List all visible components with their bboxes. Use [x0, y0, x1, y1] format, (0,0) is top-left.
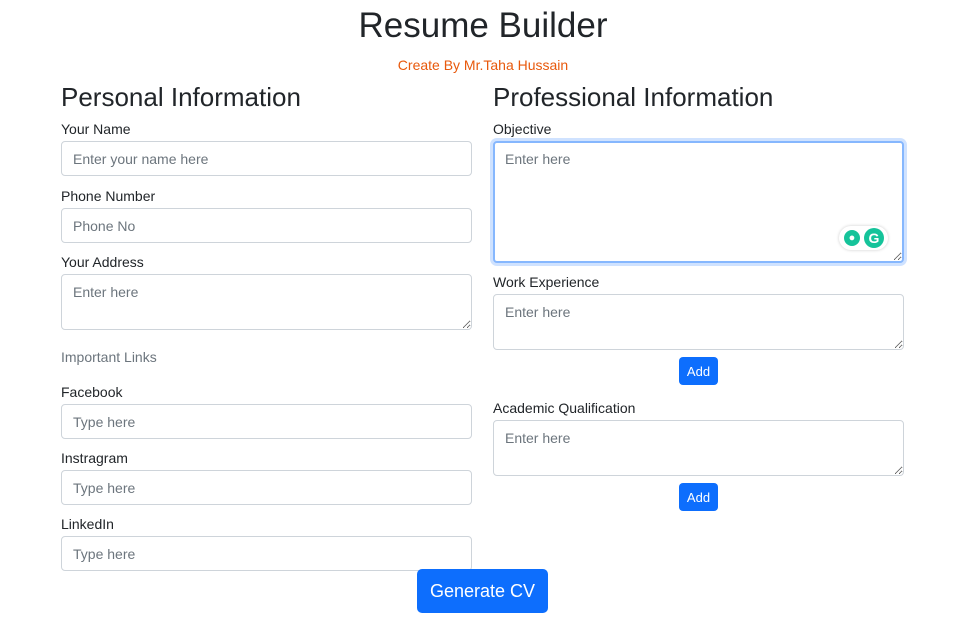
academic-qualification-label: Academic Qualification [493, 400, 636, 416]
grammarly-icon[interactable]: G [864, 228, 884, 248]
academic-qualification-textarea[interactable] [493, 420, 904, 476]
name-label: Your Name [61, 121, 131, 137]
address-label: Your Address [61, 254, 144, 270]
work-experience-textarea[interactable] [493, 294, 904, 350]
linkedin-input[interactable] [61, 536, 472, 571]
lightbulb-icon[interactable]: ● [844, 230, 860, 246]
phone-input[interactable] [61, 208, 472, 243]
page-title: Resume Builder [358, 6, 608, 45]
instagram-label: Instragram [61, 450, 128, 466]
phone-label: Phone Number [61, 188, 156, 204]
add-academic-qualification-button[interactable]: Add [678, 483, 719, 511]
facebook-input[interactable] [61, 404, 472, 439]
add-work-experience-button[interactable]: Add [678, 357, 719, 385]
work-experience-label: Work Experience [493, 274, 600, 290]
facebook-label: Facebook [61, 384, 123, 400]
instagram-input[interactable] [61, 470, 472, 505]
professional-information-heading: Professional Information [493, 82, 774, 112]
personal-information-heading: Personal Information [61, 82, 301, 112]
grammarly-widget[interactable]: ● G [839, 226, 888, 250]
important-links-heading: Important Links [61, 349, 157, 365]
objective-label: Objective [493, 121, 552, 137]
personal-information-section: Personal Information Your Name Phone Num… [61, 80, 472, 571]
address-textarea[interactable] [61, 274, 472, 330]
generate-cv-button[interactable]: Generate CV [417, 569, 548, 613]
author-credit: Create By Mr.Taha Hussain [397, 57, 569, 73]
name-input[interactable] [61, 141, 472, 176]
linkedin-label: LinkedIn [61, 516, 114, 532]
professional-information-section: Professional Information Objective Work … [493, 80, 904, 511]
